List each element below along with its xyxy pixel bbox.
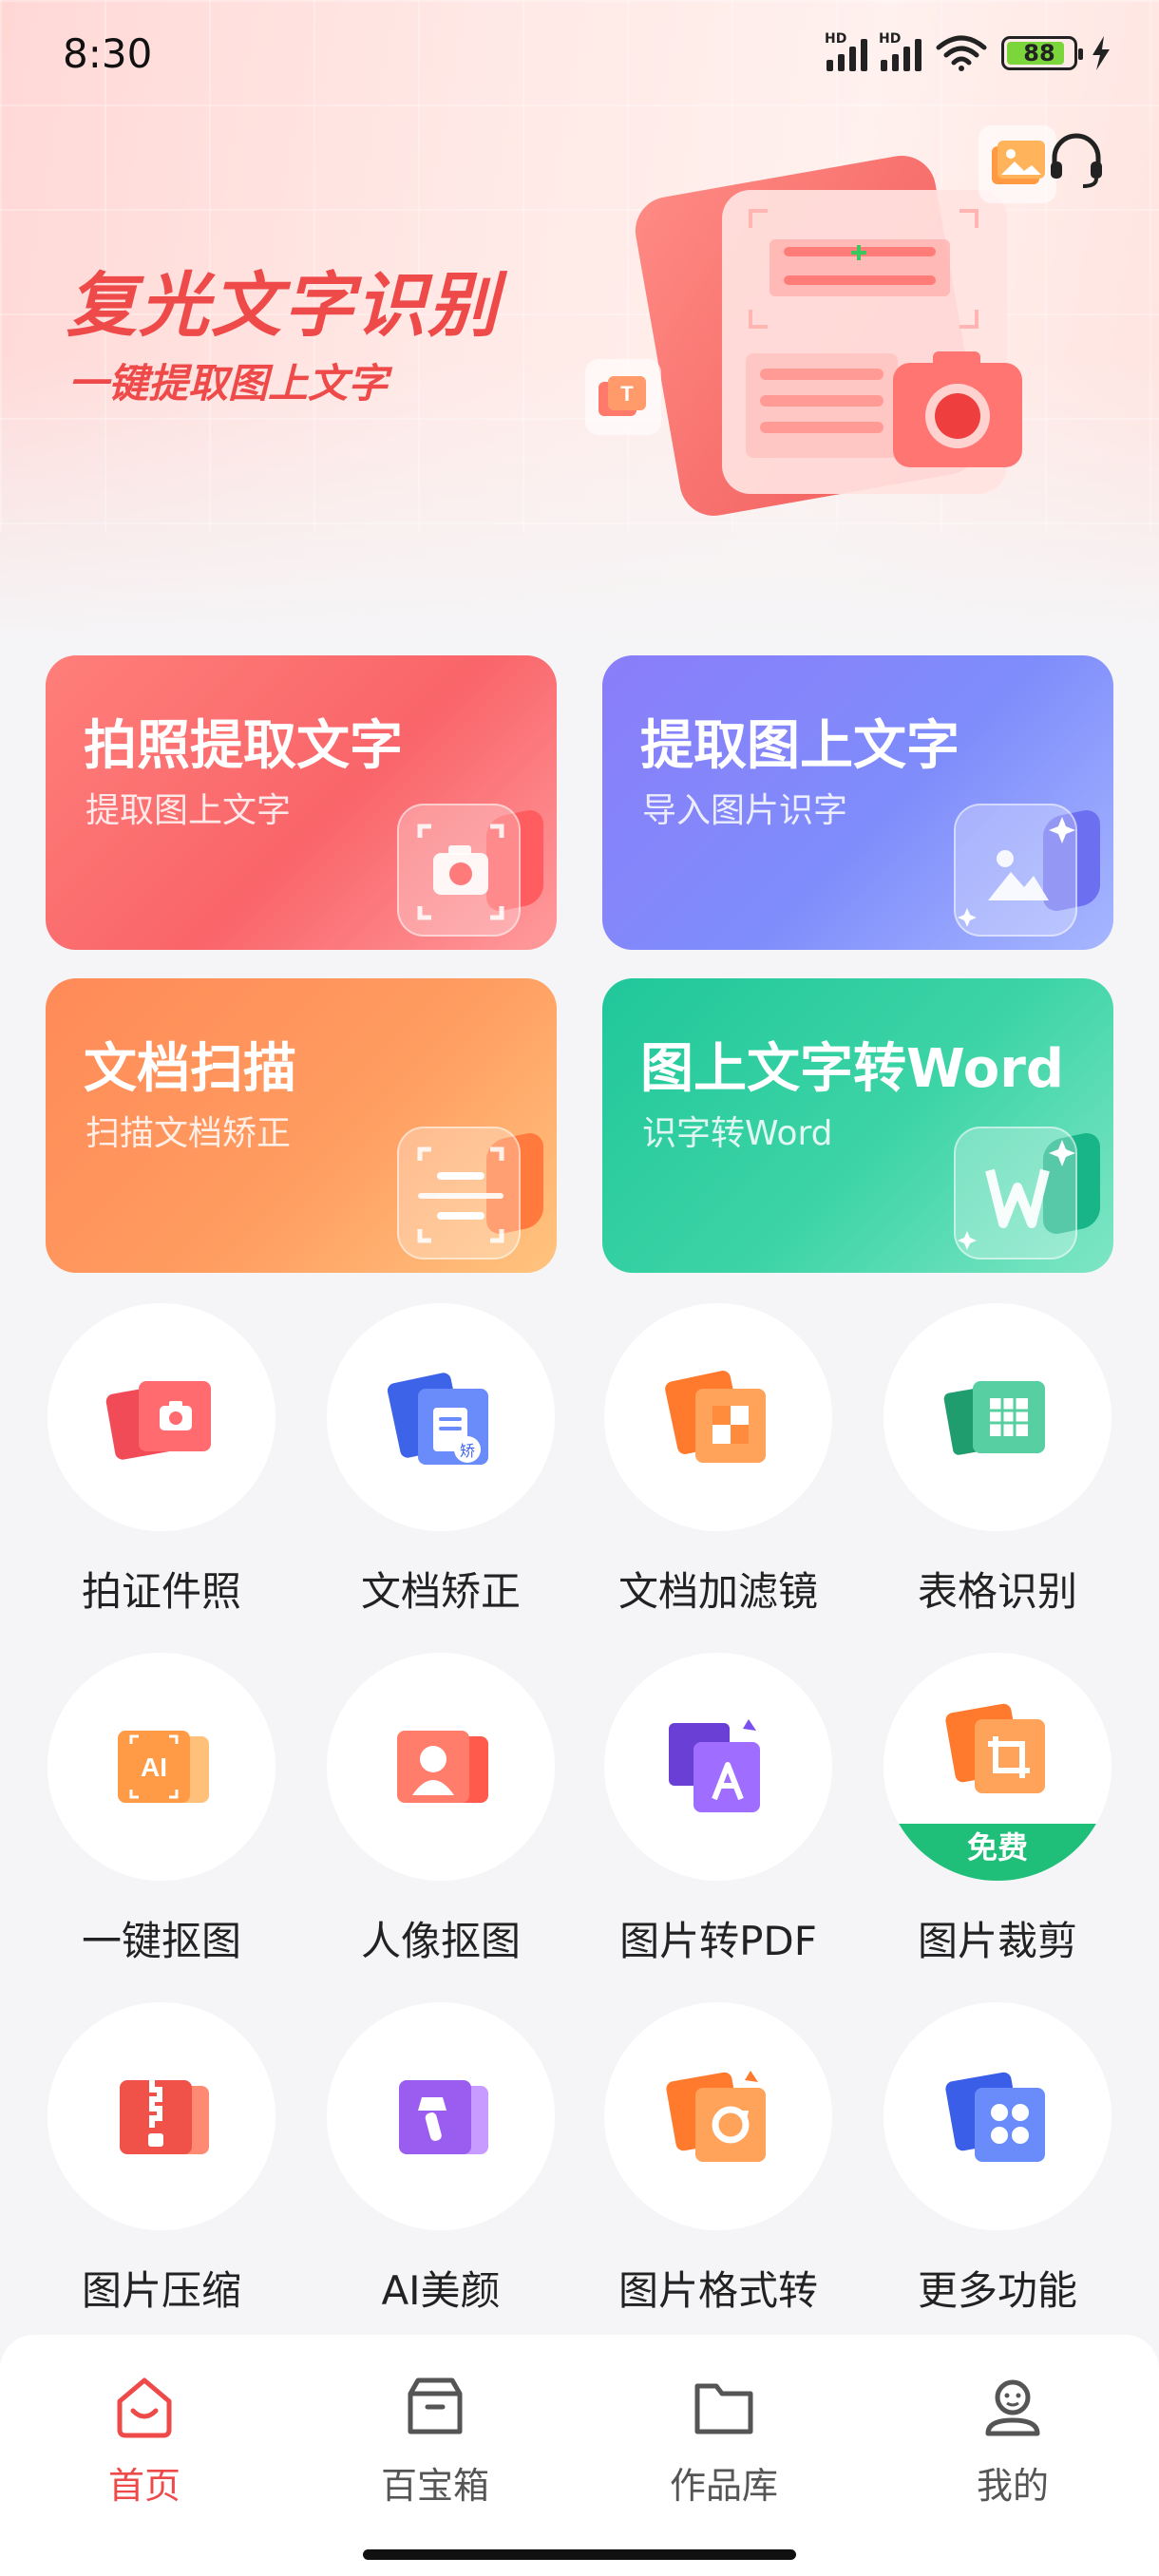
tool-label: 文档加滤镜 bbox=[618, 1568, 818, 1615]
status-time: 8:30 bbox=[63, 30, 153, 77]
bottom-navigation: 首页 百宝箱 作品库 我的 bbox=[0, 2335, 1159, 2576]
tool-icon-circle bbox=[327, 1653, 555, 1881]
tool-icon-circle: 矫 bbox=[327, 1303, 555, 1531]
status-icons: HD HD 88 bbox=[825, 31, 1112, 72]
free-badge: 免费 bbox=[884, 1824, 1112, 1881]
document-filter-icon bbox=[665, 1371, 766, 1463]
tool-label: 图片裁剪 bbox=[917, 1918, 1077, 1964]
table-icon bbox=[943, 1381, 1045, 1455]
hero-subtitle: 一键提取图上文字 bbox=[68, 360, 389, 407]
signal-hd-label: HD bbox=[879, 31, 902, 47]
signal-hd-label: HD bbox=[825, 31, 847, 47]
signal-icon: HD bbox=[879, 31, 922, 71]
tool-icon-circle bbox=[48, 1303, 276, 1531]
pdf-icon bbox=[669, 1719, 760, 1812]
folder-icon bbox=[694, 2383, 753, 2434]
card-title: 提取图上文字 bbox=[640, 715, 960, 777]
text-sticker-icon: T bbox=[585, 359, 661, 435]
ai-cutout-icon: AI bbox=[118, 1731, 209, 1803]
tool-image-compress[interactable]: 图片压缩 bbox=[48, 2002, 276, 2344]
tool-icon-circle bbox=[604, 2002, 832, 2230]
nav-label: 百宝箱 bbox=[380, 2465, 489, 2507]
tool-icon-circle: 免费 bbox=[884, 1653, 1112, 1881]
nav-works-library[interactable]: 作品库 bbox=[629, 2373, 819, 2515]
portrait-cutout-icon bbox=[397, 1731, 488, 1803]
tool-label: 更多功能 bbox=[917, 2267, 1077, 2314]
image-icon bbox=[954, 804, 1077, 937]
nav-home[interactable]: 首页 bbox=[49, 2373, 239, 2515]
tool-ai-beauty[interactable]: AI美颜 bbox=[327, 2002, 555, 2344]
toolbox-icon bbox=[408, 2377, 463, 2434]
tool-image-crop[interactable]: 免费 图片裁剪 bbox=[884, 1653, 1112, 1995]
battery-icon: 88 bbox=[1001, 36, 1083, 70]
tool-label: 一键抠图 bbox=[81, 1918, 241, 1964]
tool-label: 拍证件照 bbox=[81, 1568, 241, 1615]
tool-icon-circle bbox=[604, 1653, 832, 1881]
home-icon bbox=[117, 2377, 172, 2438]
camera-icon bbox=[397, 804, 521, 937]
tool-label: 表格识别 bbox=[917, 1568, 1077, 1615]
tool-label: 文档矫正 bbox=[360, 1568, 521, 1615]
more-grid-icon bbox=[945, 2072, 1045, 2162]
status-bar: 8:30 HD HD 88 bbox=[0, 0, 1159, 114]
tool-label: 图片转PDF bbox=[619, 1918, 817, 1964]
card-extract-image-text[interactable]: 提取图上文字 导入图片识字 bbox=[602, 655, 1113, 950]
tool-id-photo[interactable]: 拍证件照 bbox=[48, 1303, 276, 1645]
signal-icon: HD bbox=[825, 31, 867, 71]
hero-title: 复光文字识别 bbox=[66, 265, 500, 347]
tool-label: 图片压缩 bbox=[81, 2267, 241, 2314]
tool-ai-cutout[interactable]: AI 一键抠图 bbox=[48, 1653, 276, 1995]
scan-icon bbox=[397, 1127, 521, 1260]
home-indicator[interactable] bbox=[363, 2549, 796, 2560]
tool-icon-circle bbox=[884, 2002, 1112, 2230]
tool-label: 图片格式转 bbox=[618, 2267, 818, 2314]
icon-text: AI bbox=[141, 1752, 167, 1782]
card-title: 图上文字转Word bbox=[640, 1038, 1064, 1100]
tool-icon-circle bbox=[48, 2002, 276, 2230]
card-image-text-to-word[interactable]: 图上文字转Word 识字转Word bbox=[602, 978, 1113, 1273]
nav-profile[interactable]: 我的 bbox=[918, 2373, 1108, 2515]
svg-text:T: T bbox=[620, 382, 634, 406]
nav-label: 首页 bbox=[107, 2465, 180, 2507]
card-subtitle: 提取图上文字 bbox=[86, 791, 292, 830]
tool-label: 人像抠图 bbox=[360, 1918, 521, 1964]
card-subtitle: 识字转Word bbox=[642, 1114, 833, 1153]
nav-toolbox[interactable]: 百宝箱 bbox=[340, 2373, 530, 2515]
card-subtitle: 导入图片识字 bbox=[642, 791, 848, 830]
tool-icon-circle bbox=[604, 1303, 832, 1531]
nav-label: 作品库 bbox=[669, 2465, 778, 2507]
word-icon bbox=[954, 1127, 1077, 1260]
tool-portrait-cutout[interactable]: 人像抠图 bbox=[327, 1653, 555, 1995]
profile-icon bbox=[985, 2379, 1040, 2436]
tool-icon-circle bbox=[884, 1303, 1112, 1531]
card-subtitle: 扫描文档矫正 bbox=[86, 1114, 292, 1153]
tool-document-correct[interactable]: 矫 文档矫正 bbox=[327, 1303, 555, 1645]
document-correct-icon: 矫 bbox=[387, 1373, 488, 1465]
card-photo-extract-text[interactable]: 拍照提取文字 提取图上文字 bbox=[46, 655, 557, 950]
battery-level: 88 bbox=[1023, 40, 1055, 66]
icon-text: 矫 bbox=[460, 1442, 475, 1460]
card-title: 拍照提取文字 bbox=[84, 715, 403, 777]
beauty-brush-icon bbox=[399, 2080, 488, 2154]
tool-document-filter[interactable]: 文档加滤镜 bbox=[604, 1303, 832, 1645]
zip-icon bbox=[120, 2080, 209, 2154]
card-title: 文档扫描 bbox=[84, 1038, 296, 1100]
tool-more-features[interactable]: 更多功能 bbox=[884, 2002, 1112, 2344]
tool-image-to-pdf[interactable]: 图片转PDF bbox=[604, 1653, 832, 1995]
crop-icon bbox=[945, 1703, 1045, 1793]
format-convert-icon bbox=[666, 2071, 766, 2162]
charging-icon bbox=[1092, 36, 1110, 70]
tool-icon-circle: AI bbox=[48, 1653, 276, 1881]
tool-table-recognition[interactable]: 表格识别 bbox=[884, 1303, 1112, 1645]
wifi-icon bbox=[936, 35, 987, 71]
card-document-scan[interactable]: 文档扫描 扫描文档矫正 bbox=[46, 978, 557, 1273]
tool-label: AI美颜 bbox=[381, 2267, 501, 2314]
tool-image-format-convert[interactable]: 图片格式转 bbox=[604, 2002, 832, 2344]
id-photo-camera-icon bbox=[105, 1381, 211, 1460]
customer-service-icon[interactable] bbox=[1043, 127, 1110, 194]
nav-label: 我的 bbox=[976, 2465, 1049, 2507]
tool-icon-circle bbox=[327, 2002, 555, 2230]
